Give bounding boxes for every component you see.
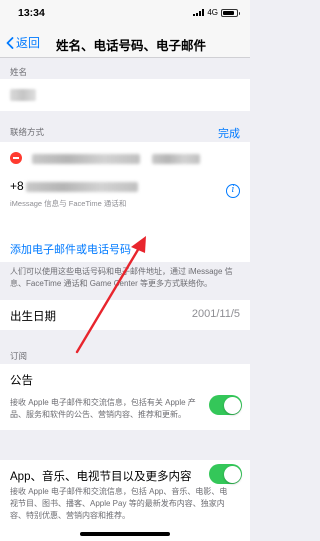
- chevron-left-icon: [6, 36, 14, 49]
- home-indicator: [80, 532, 170, 536]
- status-indicators: 4G: [193, 8, 240, 17]
- announcements-label: 公告: [10, 375, 33, 387]
- contact-phone-row[interactable]: +8 iMessage 信息与 FaceTime 通话和 i: [0, 176, 250, 234]
- name-value-redacted: [10, 89, 36, 101]
- subscription-section-header: 订阅: [10, 351, 28, 361]
- announcements-note: 接收 Apple 电子邮件和交流信息，包括有关 Apple 产品、服务和软件的公…: [10, 398, 196, 419]
- media-toggle[interactable]: [209, 464, 242, 484]
- battery-icon: [221, 8, 240, 17]
- announcements-toggle[interactable]: [209, 395, 242, 415]
- announcements-row: 公告 接收 Apple 电子邮件和交流信息，包括有关 Apple 产品、服务和软…: [0, 364, 250, 430]
- email-value-redacted: [32, 154, 140, 164]
- done-button[interactable]: 完成: [218, 125, 240, 141]
- media-row: App、音乐、电视节目以及更多内容 接收 Apple 电子邮件和交流信息，包括 …: [0, 460, 250, 541]
- cellular-signal-icon: [193, 9, 205, 16]
- media-note: 接收 Apple 电子邮件和交流信息，包括 App、音乐、电影、电视节目、图书、…: [10, 487, 228, 520]
- contact-footnote: 人们可以使用这些电话号码和电子邮件地址，通过 iMessage 信息、FaceT…: [10, 267, 233, 288]
- add-email-or-phone-link[interactable]: 添加电子邮件或电话号码: [10, 241, 131, 257]
- add-contact-row[interactable]: 添加电子邮件或电话号码: [0, 234, 250, 262]
- back-label: 返回: [16, 36, 41, 50]
- status-time: 13:34: [18, 7, 45, 19]
- name-section-header: 姓名: [10, 67, 28, 77]
- network-type: 4G: [207, 8, 218, 17]
- contact-section-header: 联络方式: [10, 127, 45, 137]
- info-icon[interactable]: i: [226, 184, 240, 198]
- name-row[interactable]: [0, 79, 250, 111]
- media-label: App、音乐、电视节目以及更多内容: [10, 471, 192, 483]
- delete-minus-icon[interactable]: [10, 152, 22, 164]
- birthday-label: 出生日期: [10, 311, 56, 323]
- phone-value-redacted: [26, 182, 138, 192]
- birthday-row[interactable]: 出生日期 2001/11/5: [0, 300, 250, 330]
- phone-prefix: +8: [10, 179, 24, 193]
- navigation-bar: 返回 姓名、电话号码、电子邮件: [0, 28, 250, 58]
- status-bar: 13:34 4G: [0, 0, 250, 28]
- page-title: 姓名、电话号码、电子邮件: [56, 39, 207, 53]
- contact-email-row[interactable]: [0, 142, 250, 176]
- back-button[interactable]: 返回: [6, 34, 40, 51]
- email-sub-redacted: [152, 154, 200, 164]
- phone-usage-text: iMessage 信息与 FaceTime 通话和: [10, 199, 127, 208]
- birthday-value: 2001/11/5: [191, 308, 240, 320]
